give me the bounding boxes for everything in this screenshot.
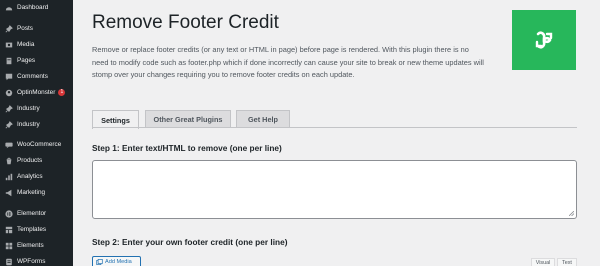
sidebar-item-comments[interactable]: Comments bbox=[0, 69, 73, 84]
sidebar-item-label: OptinMonster bbox=[17, 89, 56, 96]
analytics-icon bbox=[5, 173, 13, 181]
sidebar-item-label: Pages bbox=[17, 57, 36, 64]
sidebar-item-label: Comments bbox=[17, 73, 48, 80]
sidebar-item-label: Products bbox=[17, 157, 43, 164]
sidebar-item-industry-2[interactable]: Industry bbox=[0, 117, 73, 132]
sidebar-item-templates[interactable]: Templates bbox=[0, 222, 73, 237]
notification-badge: 1 bbox=[58, 89, 66, 96]
visual-tab[interactable]: Visual bbox=[531, 258, 555, 266]
elementor-icon bbox=[5, 209, 13, 218]
sidebar-item-analytics[interactable]: Analytics bbox=[0, 169, 73, 184]
pages-icon bbox=[5, 57, 13, 65]
remove-text-textarea[interactable] bbox=[92, 160, 577, 219]
sidebar-item-label: Templates bbox=[17, 226, 47, 233]
plugin-logo bbox=[512, 10, 576, 70]
optinmonster-icon bbox=[5, 89, 13, 97]
sidebar-item-label: Elements bbox=[17, 242, 44, 249]
text-tab[interactable]: Text bbox=[557, 258, 577, 266]
sidebar-item-label: Analytics bbox=[17, 173, 43, 180]
pin-icon bbox=[5, 24, 13, 33]
sidebar-item-elements[interactable]: Elements bbox=[0, 238, 73, 253]
sidebar-item-marketing[interactable]: Marketing bbox=[0, 185, 73, 200]
products-icon bbox=[5, 157, 13, 165]
sidebar-item-label: Industry bbox=[17, 121, 40, 128]
sidebar-item-media[interactable]: Media bbox=[0, 37, 73, 52]
sidebar-item-industry[interactable]: Industry bbox=[0, 101, 73, 116]
sidebar-item-label: Posts bbox=[17, 25, 33, 32]
step1-label: Step 1: Enter text/HTML to remove (one p… bbox=[92, 143, 282, 153]
tab-get-help[interactable]: Get Help bbox=[236, 110, 290, 128]
sidebar-item-optinmonster[interactable]: OptinMonster 1 bbox=[0, 85, 73, 100]
sidebar-item-dashboard[interactable]: Dashboard bbox=[0, 0, 73, 15]
woocommerce-icon bbox=[5, 141, 13, 149]
resize-handle-icon[interactable] bbox=[569, 211, 574, 216]
sidebar-item-label: Industry bbox=[17, 105, 40, 112]
admin-sidebar: Dashboard Posts Media Pages Comments Opt… bbox=[0, 0, 73, 266]
plugin-logo-icon bbox=[535, 31, 553, 49]
step2-label: Step 2: Enter your own footer credit (on… bbox=[92, 237, 288, 247]
tab-other-great-plugins[interactable]: Other Great Plugins bbox=[145, 110, 231, 128]
sidebar-item-woocommerce[interactable]: WooCommerce bbox=[0, 137, 73, 152]
add-media-button[interactable]: Add Media bbox=[92, 256, 141, 266]
sidebar-item-label: Media bbox=[17, 41, 35, 48]
sidebar-item-products[interactable]: Products bbox=[0, 153, 73, 168]
sidebar-item-posts[interactable]: Posts bbox=[0, 21, 73, 36]
pin-icon bbox=[5, 104, 13, 113]
sidebar-item-label: Dashboard bbox=[17, 4, 49, 11]
page-title: Remove Footer Credit bbox=[92, 12, 279, 33]
main-content: Remove Footer Credit Remove or replace f… bbox=[73, 0, 600, 266]
elements-icon bbox=[5, 242, 13, 250]
tab-divider bbox=[92, 127, 577, 128]
sidebar-item-elementor[interactable]: Elementor bbox=[0, 206, 73, 221]
media-icon bbox=[5, 41, 13, 49]
add-media-icon bbox=[96, 258, 103, 265]
sidebar-item-wpforms[interactable]: WPForms bbox=[0, 254, 73, 266]
sidebar-item-label: Marketing bbox=[17, 189, 46, 196]
dashboard-icon bbox=[5, 4, 13, 12]
comments-icon bbox=[5, 73, 13, 81]
marketing-icon bbox=[5, 189, 13, 197]
sidebar-item-pages[interactable]: Pages bbox=[0, 53, 73, 68]
sidebar-item-label: WPForms bbox=[17, 258, 46, 265]
sidebar-item-label: Elementor bbox=[17, 210, 47, 217]
sidebar-item-label: WooCommerce bbox=[17, 141, 62, 148]
page-description: Remove or replace footer credits (or any… bbox=[92, 45, 484, 80]
wpforms-icon bbox=[5, 258, 13, 266]
templates-icon bbox=[5, 226, 13, 234]
pin-icon bbox=[5, 120, 13, 129]
add-media-label: Add Media bbox=[105, 259, 132, 265]
